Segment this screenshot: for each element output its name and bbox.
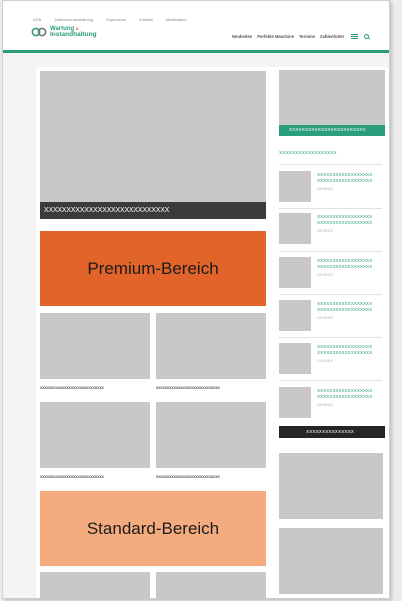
site-header: AGB Datenschutzerklärung Impressum Konta… [3,1,389,51]
sidebar-item-title[interactable]: XXXXXXXXXXXXXXXXXX [317,258,372,263]
sidebar-item-title[interactable]: XXXXXXXXXXXXXXXXXX [317,220,372,225]
sidebar-item-title[interactable]: XXXXXXXXXXXXXXXXXX [317,172,372,177]
featured-caption: XXXXXXXXXXXXXXXXXXXXXXXXXXXX [44,207,170,214]
sidebar-item-title[interactable]: XXXXXXXXXXXXXXXXXX [317,214,372,219]
nav-item-perfekte-maschine[interactable]: Perfekte Maschine [257,34,294,39]
article-image-placeholder[interactable] [156,402,266,468]
sidebar-banner-placeholder[interactable] [279,70,385,125]
top-link-contact[interactable]: Kontakt [139,17,153,22]
sidebar-item-meta: XXXXXX [317,186,334,191]
logo-wordmark: Wartung & Instandhaltung [50,26,97,38]
standard-area: Standard-Bereich [40,491,266,566]
sidebar-divider [279,208,382,209]
featured-image-placeholder[interactable] [40,71,266,202]
sidebar-ad-placeholder[interactable] [279,453,383,519]
hamburger-menu-icon[interactable] [351,34,359,39]
sidebar-item-thumbnail[interactable] [279,171,311,202]
sidebar-item-meta: XXXXXX [317,315,334,320]
sidebar-more-label: XXXXXXXXXXXXXXX [306,429,354,435]
article-caption[interactable]: xxxxxxxxxxxxxxxxxxxxxxxxxxxxx [40,385,104,390]
article-image-placeholder[interactable] [156,572,266,599]
sidebar-ad-placeholder[interactable] [279,528,383,594]
sidebar-divider [279,337,382,338]
sidebar-divider [279,251,382,252]
sidebar-divider [279,164,382,165]
sidebar-item-meta: XXXXXX [317,272,334,277]
sidebar-item-meta: XXXXXX [317,228,334,233]
sidebar-item-title[interactable]: XXXXXXXXXXXXXXXXXX [317,301,372,306]
sidebar-more-button[interactable]: XXXXXXXXXXXXXXX [279,426,385,438]
nav-item-neuheiten[interactable]: Neuheiten [232,34,252,39]
standard-label: Standard-Bereich [86,518,220,538]
article-image-placeholder[interactable] [40,313,150,379]
sidebar-item-title[interactable]: XXXXXXXXXXXXXXXXXX [317,264,372,269]
sidebar-item-thumbnail[interactable] [279,213,311,244]
logo-line-2: Instandhaltung [50,31,97,38]
sidebar-heading: XXXXXXXXXXXXXXXXXX [279,151,337,156]
top-link-privacy[interactable]: Datenschutzerklärung [54,17,93,22]
sidebar-item-thumbnail[interactable] [279,300,311,331]
sidebar-item-meta: XXXXXX [317,358,334,363]
top-link-mediadata[interactable]: Mediadaten [166,17,187,22]
top-links: AGB Datenschutzerklärung Impressum Konta… [33,17,187,22]
sidebar-item-meta: XXXXXX [317,402,334,407]
sidebar-divider [279,380,382,381]
gear-logo-icon [31,27,47,37]
sidebar-item-thumbnail[interactable] [279,387,311,418]
sidebar-banner-label-bar[interactable]: XXXXXXXXXXXXXXXXXXXXXXXX [279,125,385,136]
premium-area: Premium-Bereich [40,231,266,306]
header-accent-bar [3,50,389,53]
search-icon[interactable] [364,34,370,39]
article-image-placeholder[interactable] [156,313,266,379]
article-caption[interactable]: xxxxxxxxxxxxxxxxxxxxxxxxxxxxx [156,385,220,390]
article-image-placeholder[interactable] [40,402,150,468]
sidebar-divider [279,294,382,295]
top-link-imprint[interactable]: Impressum [106,17,126,22]
sidebar-item-title[interactable]: XXXXXXXXXXXXXXXXXX [317,178,372,183]
sidebar-item-thumbnail[interactable] [279,343,311,374]
article-caption[interactable]: xxxxxxxxxxxxxxxxxxxxxxxxxxxxx [156,474,220,479]
site-logo[interactable]: Wartung & Instandhaltung [31,26,97,38]
top-link-agb[interactable]: AGB [33,17,41,22]
sidebar-item-title[interactable]: XXXXXXXXXXXXXXXXXX [317,394,372,399]
article-image-placeholder[interactable] [40,572,150,599]
sidebar-item-title[interactable]: XXXXXXXXXXXXXXXXXX [317,350,372,355]
sidebar-item-thumbnail[interactable] [279,257,311,288]
premium-label: Premium-Bereich [87,258,219,278]
nav-item-zahlenfutter[interactable]: Zahlenfutter [320,34,344,39]
sidebar-item-title[interactable]: XXXXXXXXXXXXXXXXXX [317,307,372,312]
sidebar-item-title[interactable]: XXXXXXXXXXXXXXXXXX [317,388,372,393]
featured-caption-bar[interactable]: XXXXXXXXXXXXXXXXXXXXXXXXXXXX [40,202,266,219]
nav-item-termine[interactable]: Termine [299,34,315,39]
main-nav: Neuheiten Perfekte Maschine Termine Zahl… [232,34,370,39]
sidebar-banner-label: XXXXXXXXXXXXXXXXXXXXXXXX [289,128,366,133]
article-caption[interactable]: xxxxxxxxxxxxxxxxxxxxxxxxxxxxx [40,474,104,479]
sidebar-item-title[interactable]: XXXXXXXXXXXXXXXXXX [317,344,372,349]
